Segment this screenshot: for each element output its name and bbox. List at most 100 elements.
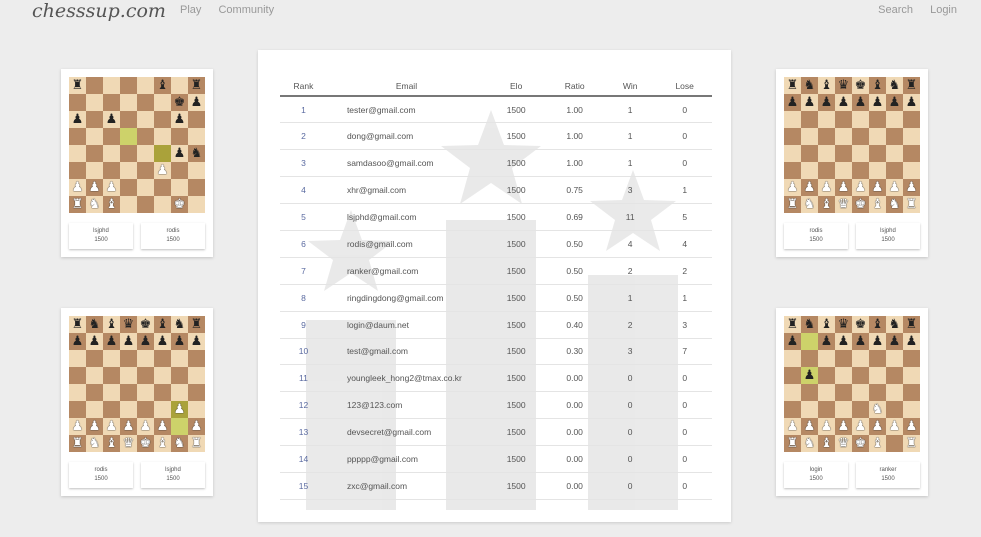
board-square[interactable]: ♟ <box>103 418 120 435</box>
board-square[interactable] <box>86 401 103 418</box>
player-button[interactable]: rodis 1500 <box>784 223 848 249</box>
white-bishop-icon[interactable]: ♝ <box>106 198 118 211</box>
board-square[interactable] <box>137 94 154 111</box>
board-square[interactable]: ♟ <box>120 418 137 435</box>
board-square[interactable] <box>86 111 103 128</box>
board-square[interactable] <box>69 401 86 418</box>
board-square[interactable]: ♝ <box>818 196 835 213</box>
black-bishop-icon[interactable]: ♝ <box>157 318 169 331</box>
board-square[interactable]: ♟ <box>784 333 801 350</box>
white-rook-icon[interactable]: ♜ <box>906 198 918 211</box>
white-bishop-icon[interactable]: ♝ <box>872 198 884 211</box>
table-row[interactable]: 1 tester@gmail.com 1500 1.00 1 0 <box>280 96 712 124</box>
board-square[interactable] <box>120 367 137 384</box>
board-square[interactable] <box>852 162 869 179</box>
board-square[interactable]: ♝ <box>869 77 886 94</box>
white-pawn-icon[interactable]: ♟ <box>889 420 901 433</box>
white-queen-icon[interactable]: ♛ <box>123 437 135 450</box>
board-square[interactable] <box>801 384 818 401</box>
board-square[interactable]: ♟ <box>69 418 86 435</box>
board-square[interactable]: ♞ <box>801 435 818 452</box>
board-square[interactable] <box>154 401 171 418</box>
board-square[interactable] <box>137 350 154 367</box>
board-square[interactable]: ♚ <box>137 435 154 452</box>
board-square[interactable] <box>86 350 103 367</box>
board-square[interactable] <box>835 384 852 401</box>
board-square[interactable]: ♟ <box>103 179 120 196</box>
black-pawn-icon[interactable]: ♟ <box>106 113 118 126</box>
board-square[interactable] <box>188 401 205 418</box>
black-pawn-icon[interactable]: ♟ <box>191 96 203 109</box>
board-square[interactable] <box>188 384 205 401</box>
board-square[interactable] <box>784 401 801 418</box>
white-king-icon[interactable]: ♚ <box>855 198 867 211</box>
board-square[interactable] <box>103 94 120 111</box>
board-square[interactable]: ♜ <box>69 316 86 333</box>
board-square[interactable] <box>86 94 103 111</box>
white-queen-icon[interactable]: ♛ <box>838 437 850 450</box>
board-square[interactable] <box>137 162 154 179</box>
board-square[interactable]: ♟ <box>903 94 920 111</box>
board-square[interactable] <box>818 350 835 367</box>
table-row[interactable]: 3 samdasoo@gmail.com 1500 1.00 1 0 <box>280 149 712 178</box>
black-king-icon[interactable]: ♚ <box>855 79 867 92</box>
board-square[interactable] <box>784 350 801 367</box>
white-pawn-icon[interactable]: ♟ <box>821 181 833 194</box>
white-pawn-icon[interactable]: ♟ <box>89 181 101 194</box>
board-square[interactable] <box>171 367 188 384</box>
black-bishop-icon[interactable]: ♝ <box>106 318 118 331</box>
board-square[interactable]: ♝ <box>869 196 886 213</box>
board-square[interactable] <box>801 111 818 128</box>
col-email[interactable]: Email <box>326 76 486 97</box>
black-queen-icon[interactable]: ♛ <box>123 318 135 331</box>
board-square[interactable] <box>171 162 188 179</box>
board-square[interactable]: ♟ <box>120 333 137 350</box>
black-king-icon[interactable]: ♚ <box>855 318 867 331</box>
board-square[interactable]: ♞ <box>886 77 903 94</box>
white-pawn-icon[interactable]: ♟ <box>872 181 884 194</box>
white-pawn-icon[interactable]: ♟ <box>906 420 918 433</box>
board-square[interactable]: ♟ <box>86 179 103 196</box>
table-row[interactable]: 13 devsecret@gmail.com 1500 0.00 0 0 <box>280 418 712 447</box>
table-row[interactable]: 8 ringdingdong@gmail.com 1500 0.50 1 1 <box>280 284 712 312</box>
board-square[interactable]: ♟ <box>903 333 920 350</box>
board-square[interactable] <box>103 401 120 418</box>
white-king-icon[interactable]: ♚ <box>174 198 186 211</box>
board-square[interactable] <box>154 384 171 401</box>
board-square[interactable]: ♟ <box>852 94 869 111</box>
board-square[interactable]: ♟ <box>801 94 818 111</box>
board-square[interactable] <box>120 179 137 196</box>
board-square[interactable]: ♟ <box>852 333 869 350</box>
board-square[interactable]: ♝ <box>103 435 120 452</box>
board-square[interactable] <box>86 162 103 179</box>
black-pawn-icon[interactable]: ♟ <box>89 335 101 348</box>
board-square[interactable] <box>137 111 154 128</box>
board-square[interactable]: ♝ <box>154 77 171 94</box>
board-square[interactable]: ♟ <box>154 418 171 435</box>
board-square[interactable] <box>852 350 869 367</box>
player-button[interactable]: login 1500 <box>784 462 848 488</box>
board-square[interactable] <box>835 367 852 384</box>
board-square[interactable]: ♚ <box>171 94 188 111</box>
board-square[interactable] <box>886 111 903 128</box>
board-square[interactable]: ♟ <box>86 333 103 350</box>
board-square[interactable]: ♜ <box>903 77 920 94</box>
board-square[interactable] <box>86 367 103 384</box>
black-bishop-icon[interactable]: ♝ <box>821 318 833 331</box>
black-knight-icon[interactable]: ♞ <box>174 318 186 331</box>
white-bishop-icon[interactable]: ♝ <box>872 437 884 450</box>
col-ratio[interactable]: Ratio <box>546 76 603 97</box>
board-square[interactable] <box>801 162 818 179</box>
black-pawn-icon[interactable]: ♟ <box>174 147 186 160</box>
board-square[interactable] <box>835 111 852 128</box>
nav-login[interactable]: Login <box>930 4 957 16</box>
board-square[interactable] <box>69 367 86 384</box>
player-button[interactable]: lsjphd 1500 <box>141 462 205 488</box>
board-square[interactable] <box>103 350 120 367</box>
black-king-icon[interactable]: ♚ <box>174 96 186 109</box>
board-square[interactable] <box>154 196 171 213</box>
board-square[interactable] <box>852 111 869 128</box>
board-square[interactable]: ♜ <box>903 196 920 213</box>
board-square[interactable]: ♟ <box>171 333 188 350</box>
black-pawn-icon[interactable]: ♟ <box>72 113 84 126</box>
